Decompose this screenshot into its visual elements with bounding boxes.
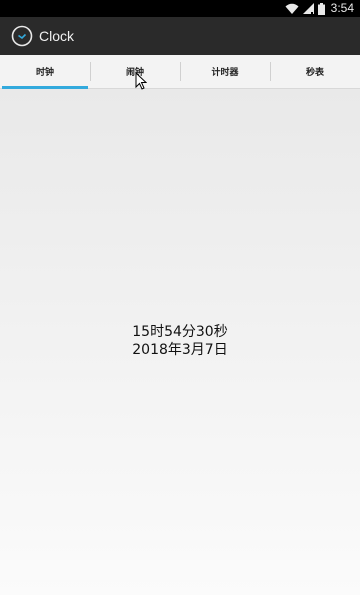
status-time: 3:54 bbox=[330, 1, 354, 15]
signal-icon bbox=[302, 2, 314, 14]
clock-icon[interactable] bbox=[11, 25, 33, 47]
battery-icon bbox=[317, 2, 325, 15]
tab-label: 秒表 bbox=[305, 68, 324, 78]
tab-label: 计时器 bbox=[211, 68, 239, 78]
clock-panel: 15时54分30秒 2018年3月7日 bbox=[0, 89, 360, 595]
mouse-cursor-icon bbox=[135, 72, 147, 90]
tab-clock[interactable]: 时钟 bbox=[0, 55, 90, 89]
action-bar: Clock bbox=[0, 17, 360, 55]
wifi-icon bbox=[285, 3, 299, 14]
app-title: Clock bbox=[39, 28, 75, 44]
screen: 3:54 Clock 时钟 闹钟 计时器 秒表 15时54分30秒 2018年3… bbox=[0, 0, 360, 595]
status-icons: 3:54 bbox=[285, 1, 354, 16]
tab-label: 时钟 bbox=[35, 68, 54, 78]
clock-display: 15时54分30秒 2018年3月7日 bbox=[0, 323, 360, 359]
current-date: 2018年3月7日 bbox=[132, 342, 228, 358]
tab-bar: 时钟 闹钟 计时器 秒表 bbox=[0, 55, 360, 89]
status-bar: 3:54 bbox=[0, 0, 360, 17]
tab-stopwatch[interactable]: 秒表 bbox=[270, 55, 360, 88]
current-time: 15时54分30秒 bbox=[132, 324, 228, 340]
tab-timer[interactable]: 计时器 bbox=[180, 55, 270, 88]
